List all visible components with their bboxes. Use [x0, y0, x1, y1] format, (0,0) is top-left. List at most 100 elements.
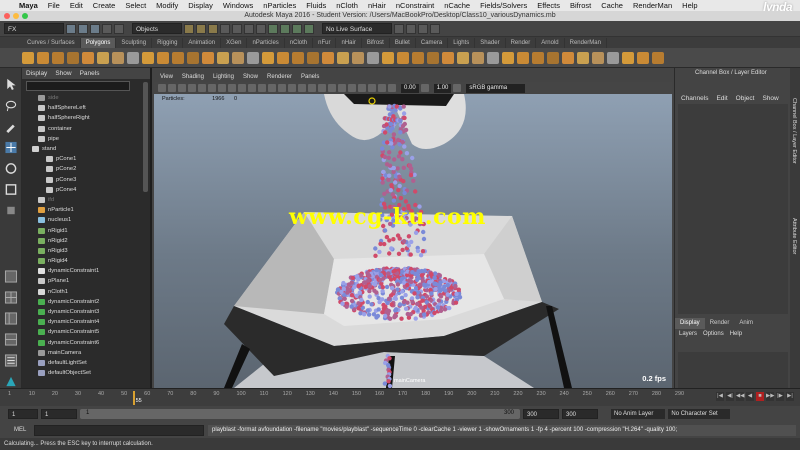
playback-start-field[interactable]: 1 — [41, 409, 77, 419]
menu-display[interactable]: Display — [183, 1, 218, 10]
outliner-item[interactable]: nParticle1 — [30, 205, 150, 215]
shelf-tab-polygons[interactable]: Polygons — [80, 38, 117, 48]
motion-blur-icon[interactable] — [328, 84, 336, 92]
live-surface-field[interactable]: No Live Surface — [322, 23, 392, 34]
xray-icon[interactable] — [368, 84, 376, 92]
outliner-item[interactable]: defaultLightSet — [30, 358, 150, 368]
select-component-icon[interactable] — [208, 23, 218, 34]
safe-action-icon[interactable] — [238, 84, 246, 92]
insert-edge-loop-icon[interactable] — [472, 51, 484, 64]
stop-icon[interactable]: ■ — [756, 392, 764, 401]
mask-icon-2[interactable] — [232, 23, 242, 34]
grid-icon[interactable] — [188, 84, 196, 92]
menu-renderman[interactable]: RenderMan — [628, 1, 677, 10]
image-plane-icon[interactable] — [178, 84, 186, 92]
poly-superellipse-icon[interactable] — [232, 51, 244, 64]
menu-modify[interactable]: Modify — [151, 1, 183, 10]
undo-icon[interactable] — [102, 23, 112, 34]
outliner-item[interactable]: pCone1 — [30, 154, 150, 164]
shelf-tab-curves-surfaces[interactable]: Curves / Surfaces — [22, 38, 81, 48]
shelf-tab-shader[interactable]: Shader — [475, 38, 506, 48]
shelf-tab-camera[interactable]: Camera — [416, 38, 449, 48]
mask-icon-3[interactable] — [244, 23, 254, 34]
move-tool-icon[interactable] — [4, 141, 18, 154]
poly-cube-icon[interactable] — [37, 51, 49, 64]
poly-torus-icon[interactable] — [82, 51, 94, 64]
outliner-item[interactable]: container — [30, 124, 150, 134]
outliner-item[interactable]: halfSphereRight — [30, 113, 150, 123]
outliner-item[interactable]: pCone2 — [30, 164, 150, 174]
side-tab-channel-box[interactable]: Channel Box / Layer Editor — [791, 98, 797, 164]
reduce-icon[interactable] — [592, 51, 604, 64]
lattice-icon[interactable] — [562, 51, 574, 64]
animation-start-field[interactable]: 1 — [8, 409, 38, 419]
scale-tool-icon[interactable] — [4, 183, 18, 196]
menu-help[interactable]: Help — [677, 1, 702, 10]
outliner-item[interactable]: ifd — [30, 195, 150, 205]
channel-box-menu-channels[interactable]: Channels — [681, 95, 708, 102]
outliner-scrollbar[interactable] — [143, 82, 148, 192]
extrude-icon[interactable] — [352, 51, 364, 64]
poly-gear-icon[interactable] — [202, 51, 214, 64]
next-key-icon[interactable]: ▶▶ — [766, 392, 774, 401]
poly-cone-icon[interactable] — [67, 51, 79, 64]
menu-nparticles[interactable]: nParticles — [258, 1, 301, 10]
camera-bookmark-icon[interactable] — [168, 84, 176, 92]
shadows-icon[interactable] — [308, 84, 316, 92]
menu-nhair[interactable]: nHair — [363, 1, 391, 10]
snap-grid-icon[interactable] — [268, 23, 278, 34]
shelf-tab-bullet[interactable]: Bullet — [390, 38, 416, 48]
save-scene-icon[interactable] — [90, 23, 100, 34]
outliner-item[interactable]: pCone3 — [30, 175, 150, 185]
close-window-button[interactable] — [4, 13, 10, 19]
select-tool-icon[interactable] — [4, 78, 18, 91]
shelf-tab-lights[interactable]: Lights — [448, 38, 476, 48]
outliner-item[interactable]: dynamicConstraint4 — [30, 317, 150, 327]
xray-joints-icon[interactable] — [378, 84, 386, 92]
channel-box-body[interactable] — [678, 104, 788, 314]
playback-end-field[interactable]: 300 — [523, 409, 559, 419]
outliner-item[interactable]: halfSphereLeft — [30, 103, 150, 113]
shelf-tab-nparticles[interactable]: nParticles — [247, 38, 285, 48]
cleanup-icon[interactable] — [577, 51, 589, 64]
color-management-icon[interactable] — [453, 84, 462, 92]
transfer-icon[interactable] — [637, 51, 649, 64]
mask-icon-4[interactable] — [256, 23, 266, 34]
mel-input[interactable] — [34, 424, 204, 436]
outliner-item[interactable]: nRigid3 — [30, 246, 150, 256]
menu-create[interactable]: Create — [88, 1, 121, 10]
multi-cut-icon[interactable] — [412, 51, 424, 64]
collapse-icon[interactable] — [457, 51, 469, 64]
poly-prism-icon[interactable] — [157, 51, 169, 64]
shelf-tab-nhair[interactable]: nHair — [336, 38, 362, 48]
redo-icon[interactable] — [114, 23, 124, 34]
poly-pyramid-icon[interactable] — [142, 51, 154, 64]
field-chart-icon[interactable] — [228, 84, 236, 92]
exposure-field[interactable]: 0.00 — [401, 83, 419, 93]
play-backward-icon[interactable]: ◀ — [746, 392, 754, 401]
rotate-tool-icon[interactable] — [4, 162, 18, 175]
lights-icon[interactable] — [298, 84, 306, 92]
outliner-item[interactable]: dynamicConstraint3 — [30, 307, 150, 317]
viewport-3d[interactable]: Particles: 1966 0 www.cg-ku.com mainCame… — [154, 94, 672, 388]
go-to-start-icon[interactable]: |◀ — [716, 392, 724, 401]
side-tab-attribute-editor[interactable]: Attribute Editor — [791, 218, 797, 254]
viewport-menu-shading[interactable]: Shading — [182, 74, 204, 80]
layer-menu-layers[interactable]: Layers — [679, 331, 697, 337]
menu-fields-solvers[interactable]: Fields/Solvers — [475, 1, 532, 10]
combine-icon[interactable] — [277, 51, 289, 64]
step-back-icon[interactable]: ◀| — [726, 392, 734, 401]
select-hierarchy-icon[interactable] — [184, 23, 194, 34]
outliner-item[interactable]: pipe — [30, 134, 150, 144]
poly-disc-icon[interactable] — [112, 51, 124, 64]
outliner-item[interactable]: nRigid4 — [30, 256, 150, 266]
outliner-menu-display[interactable]: Display — [26, 70, 47, 77]
outliner-item[interactable]: defaultObjectSet — [30, 368, 150, 378]
connect-icon[interactable] — [442, 51, 454, 64]
gate-mask-icon[interactable] — [218, 84, 226, 92]
menu-windows[interactable]: Windows — [218, 1, 258, 10]
snap-point-icon[interactable] — [292, 23, 302, 34]
character-set-dropdown[interactable]: No Character Set — [668, 409, 730, 419]
separate-icon[interactable] — [292, 51, 304, 64]
poly-svg-icon[interactable] — [262, 51, 274, 64]
